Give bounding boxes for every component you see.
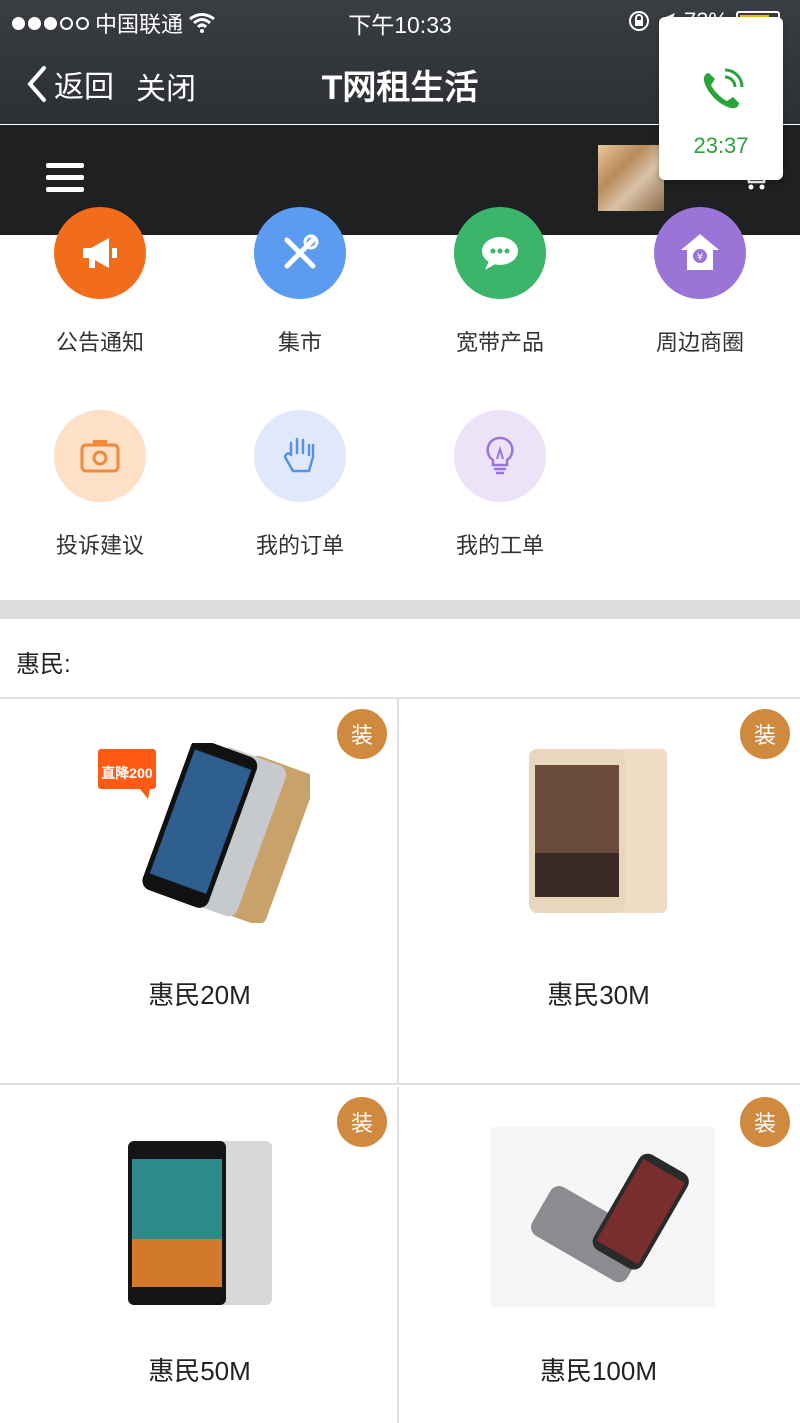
- lightbulb-icon: [454, 410, 546, 502]
- promo-label: 直降200: [101, 765, 153, 781]
- install-badge: 装: [740, 1097, 790, 1147]
- section-title: 惠民:: [16, 651, 71, 678]
- grid-item-label: 集市: [277, 330, 322, 355]
- rotation-lock-icon: [628, 11, 649, 31]
- megaphone-icon: [54, 207, 146, 299]
- phone-call-icon: [703, 68, 744, 109]
- feature-grid: 公告通知 集市 宽带产品 ¥ 周边商圈 投诉建议 我的订单 我的工单: [0, 207, 800, 600]
- call-duration: 23:37: [693, 133, 749, 158]
- grid-item-label: 投诉建议: [55, 533, 144, 558]
- product-image: [128, 1141, 272, 1305]
- grid-item-complaint[interactable]: 投诉建议: [0, 410, 200, 560]
- install-badge: 装: [740, 709, 790, 759]
- grid-item-nearby[interactable]: ¥ 周边商圈: [600, 207, 800, 357]
- grid-item-label: 公告通知: [55, 330, 144, 355]
- grid-item-label: 我的订单: [255, 533, 344, 558]
- grid-item-label: 我的工单: [455, 533, 544, 558]
- menu-icon[interactable]: [46, 163, 84, 193]
- product-card[interactable]: 装 直降200 惠民20M: [0, 699, 399, 1085]
- call-status-popup[interactable]: 23:37: [659, 17, 783, 180]
- grid-item-announcement[interactable]: 公告通知: [0, 207, 200, 357]
- chat-bubble-icon: [454, 207, 546, 299]
- tools-icon: [254, 207, 346, 299]
- grid-item-my-tickets[interactable]: 我的工单: [400, 410, 600, 560]
- product-name: 惠民20M: [148, 980, 251, 1010]
- product-card[interactable]: 装 惠民100M: [399, 1087, 800, 1423]
- product-name: 惠民30M: [547, 980, 650, 1010]
- user-thumbnail[interactable]: [598, 145, 664, 211]
- svg-text:¥: ¥: [697, 252, 703, 263]
- grid-item-label: 宽带产品: [455, 330, 544, 355]
- section-divider: [0, 600, 800, 619]
- hand-icon: [254, 410, 346, 502]
- shop-house-icon: ¥: [654, 207, 746, 299]
- product-name: 惠民50M: [148, 1356, 251, 1386]
- install-badge: 装: [337, 1097, 387, 1147]
- grid-item-my-orders[interactable]: 我的订单: [200, 410, 400, 560]
- grid-item-label: 周边商圈: [655, 330, 744, 355]
- grid-item-broadband[interactable]: 宽带产品: [400, 207, 600, 357]
- product-card[interactable]: 装 惠民50M: [0, 1087, 399, 1423]
- product-image: [490, 1127, 715, 1307]
- grid-item-market[interactable]: 集市: [200, 207, 400, 357]
- product-name: 惠民100M: [539, 1356, 658, 1386]
- install-badge: 装: [337, 709, 387, 759]
- camera-icon: [54, 410, 146, 502]
- product-image: [529, 749, 667, 913]
- product-card[interactable]: 装 惠民30M: [399, 699, 800, 1085]
